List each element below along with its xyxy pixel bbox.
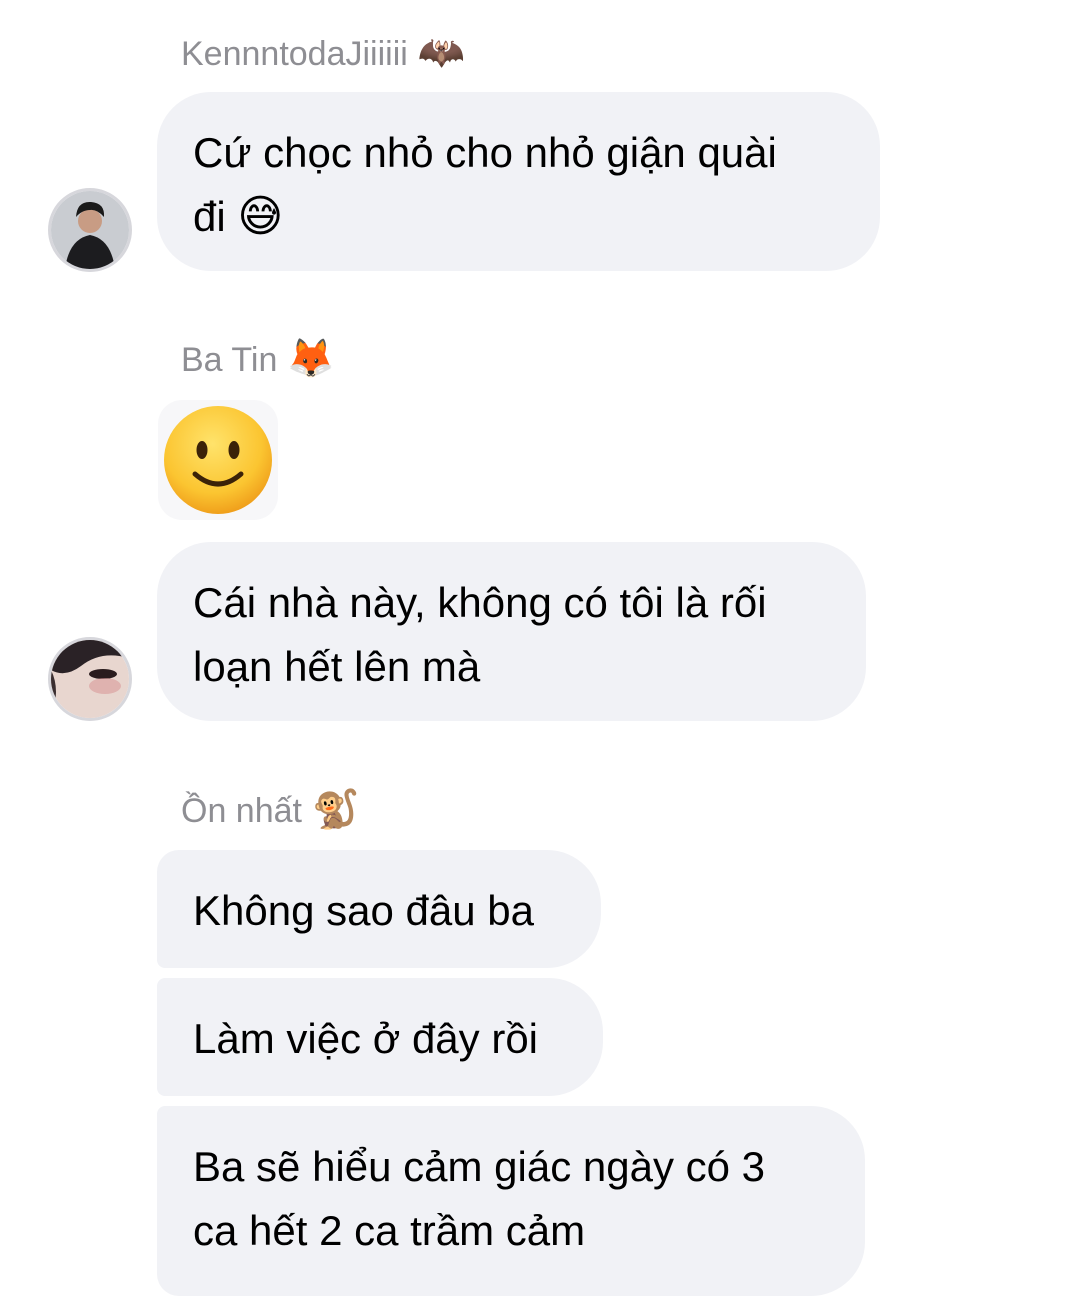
sender-name-text: Ba Tin [181,341,278,379]
message-bubble[interactable]: Không sao đâu ba [157,850,601,968]
message-text-line: đi 😅 [193,192,284,241]
slightly-smiling-face-icon [164,406,272,514]
message-text-line: Ba sẽ hiểu cảm giác ngày có 3 [193,1143,766,1190]
message-text-line: loạn hết lên mà [193,643,481,690]
monkey-emoji-icon: 🐒 [311,789,360,831]
message-text-line: Không sao đâu ba [193,887,534,934]
sweat-smile-emoji-icon: 😅 [237,192,284,241]
sender-name-3: Ồn nhất 🐒 [181,791,359,829]
slightly-smiling-face-sticker[interactable] [158,400,278,520]
message-bubble[interactable]: Cái nhà này, không có tôi là rối loạn hế… [157,542,866,721]
message-text-line: ca hết 2 ca trầm cảm [193,1207,586,1254]
sender-name-text: Ồn nhất [181,792,302,830]
message-text-line: Cái nhà này, không có tôi là rối [193,579,767,626]
avatar-kennntodajiiiiii[interactable] [48,188,132,272]
message-bubble[interactable]: Ba sẽ hiểu cảm giác ngày có 3 ca hết 2 c… [157,1106,865,1296]
sender-name-text: KennntodaJiiiiii [181,35,408,73]
message-bubble[interactable]: Làm việc ở đây rồi [157,978,603,1096]
sender-name-2: Ba Tin 🦊 [181,340,335,378]
message-bubble[interactable]: Cứ chọc nhỏ cho nhỏ giận quài đi 😅 [157,92,880,271]
message-text-line: Làm việc ở đây rồi [193,1015,539,1062]
avatar-ba-tin[interactable] [48,637,132,721]
sender-name-1: KennntodaJiiiiii 🦇 [181,34,465,72]
bat-emoji-icon: 🦇 [417,32,466,74]
message-text-line: Cứ chọc nhỏ cho nhỏ giận quài [193,129,777,176]
fox-emoji-icon: 🦊 [287,338,335,380]
avatar-photo-icon [51,191,129,269]
avatar-photo-icon [51,640,129,718]
